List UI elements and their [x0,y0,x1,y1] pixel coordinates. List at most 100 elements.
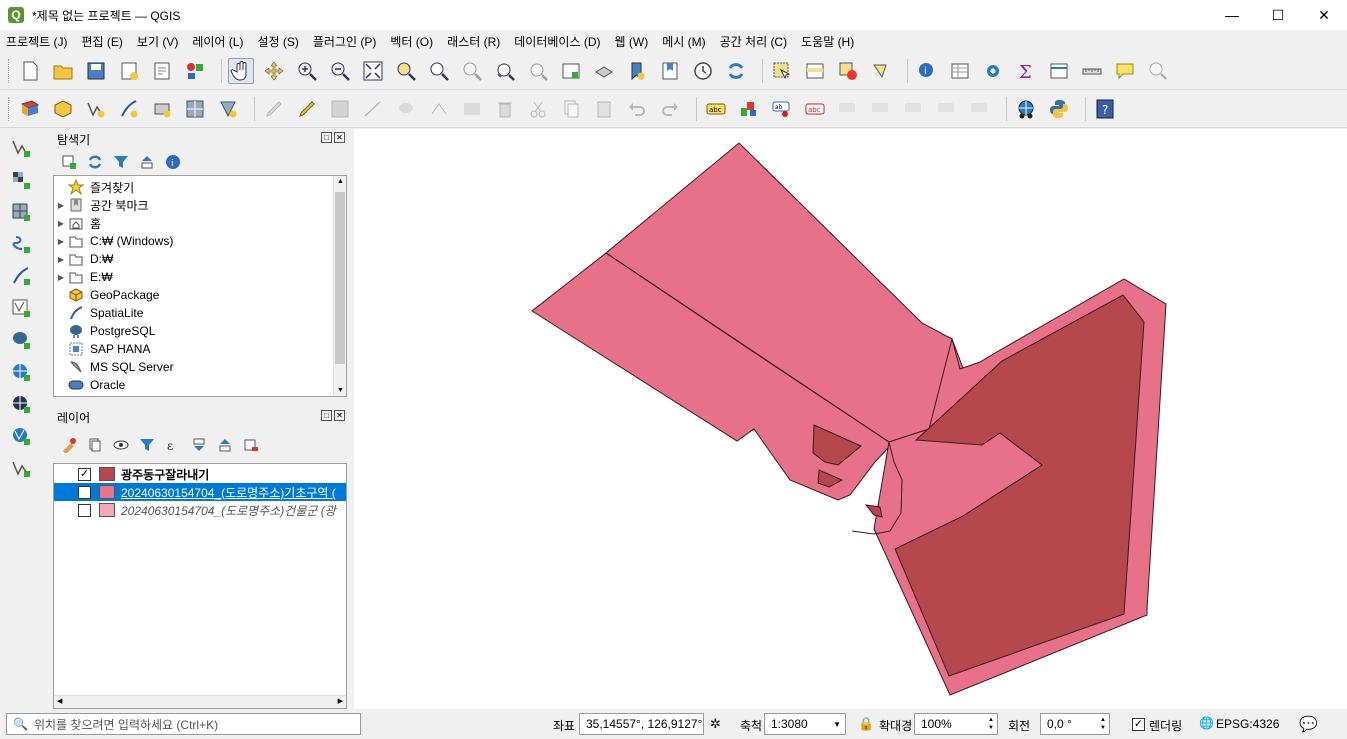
paste-features-icon[interactable] [591,96,617,122]
browser-item[interactable]: SpatiaLite [54,304,346,322]
filter-by-expression-icon[interactable]: ε [163,435,183,455]
minimize-button[interactable]: — [1209,0,1255,30]
layer-visibility-checkbox[interactable]: ✓ [78,467,91,481]
highlight-pinned-labels-icon[interactable]: ab [769,96,795,122]
collapse-all-icon[interactable] [137,152,157,172]
add-vector-layer-icon[interactable] [8,135,34,161]
pan-to-selection-icon[interactable] [261,58,287,84]
rotate-label-icon[interactable] [901,96,927,122]
zoom-out-icon[interactable] [327,58,353,84]
layer-symbol-swatch[interactable] [99,503,115,517]
refresh-icon[interactable] [85,152,105,172]
browser-item[interactable]: MS SQL Server [54,358,346,376]
modify-attributes-icon[interactable] [459,96,485,122]
layer-visibility-checkbox[interactable]: ✓ [78,485,91,499]
menu-edit[interactable]: 편집 (E) [82,33,123,50]
zoom-next-icon[interactable] [525,58,551,84]
add-raster-layer-icon[interactable] [8,167,34,193]
layer-visibility-checkbox[interactable] [78,503,91,517]
new-temporary-layer-icon[interactable] [149,96,175,122]
zoom-last-icon[interactable] [492,58,518,84]
add-spatialite-layer-icon[interactable] [8,263,34,289]
render-checkbox[interactable]: ✓ [1132,718,1145,731]
scroll-left-arrow[interactable]: ◀ [57,697,62,705]
locator-search-icon[interactable] [1145,58,1171,84]
new-print-layout-icon[interactable] [116,58,142,84]
menu-raster[interactable]: 래스터 (R) [447,33,500,50]
maximize-button[interactable]: ☐ [1255,0,1301,30]
new-shapefile-layer-icon[interactable] [8,455,34,481]
undo-icon[interactable] [624,96,650,122]
menu-view[interactable]: 보기 (V) [137,33,178,50]
add-wfs-layer-icon[interactable] [8,391,34,417]
new-map-view-icon[interactable] [558,58,584,84]
info-icon[interactable]: i [163,152,183,172]
float-panel-button[interactable]: □ [321,132,332,143]
expand-all-icon[interactable] [189,435,209,455]
expand-arrow-icon[interactable]: ▶ [54,219,68,228]
move-label-icon[interactable] [868,96,894,122]
coordinate-field[interactable]: 35,14557°, 126,9127° [579,713,704,735]
add-wms-layer-icon[interactable] [8,359,34,385]
current-edits-icon[interactable] [261,96,287,122]
close-button[interactable]: ✕ [1301,0,1347,30]
zoom-to-selection-icon[interactable] [393,58,419,84]
filter-icon[interactable] [111,152,131,172]
layer-item[interactable]: ✓ 광주동구잘라내기 [54,465,346,483]
expand-arrow-icon[interactable]: ▶ [54,273,68,282]
plugin-globe-icon[interactable] [1013,96,1039,122]
layer-item[interactable]: 20240630154704_(도로명주소)건물군 (광 [54,501,346,519]
pan-map-icon[interactable] [228,57,254,84]
open-project-icon[interactable] [50,58,76,84]
map-tips-icon[interactable] [1112,58,1138,84]
new-virtual-layer-icon[interactable] [182,96,208,122]
browser-item[interactable]: ▶ D:₩ [54,250,346,268]
map-features[interactable] [354,129,1347,709]
layers-horizontal-scrollbar[interactable]: ◀ ▶ [54,695,346,708]
open-attribute-table-icon[interactable] [947,58,973,84]
add-postgis-layer-icon[interactable] [8,327,34,353]
new-spatialite-layer-icon[interactable] [116,96,142,122]
add-group-icon[interactable] [85,435,105,455]
scroll-thumb[interactable] [335,192,345,364]
help-icon[interactable]: ? [1092,96,1118,122]
menu-web[interactable]: 웹 (W) [615,33,649,50]
menu-plugins[interactable]: 플러그인 (P) [313,33,377,50]
layer-labeling-options-icon[interactable]: abc [703,96,729,122]
refresh-icon[interactable] [723,58,749,84]
toggle-editing-icon[interactable] [294,96,320,122]
locator-search-bar[interactable]: 🔍 위치를 찾으려면 입력하세요 (Ctrl+K) [6,713,361,735]
style-manager-icon[interactable] [182,58,208,84]
save-project-icon[interactable] [83,58,109,84]
crs-globe-icon[interactable]: 🌐 [1199,716,1214,730]
browser-item[interactable]: 즐겨찾기 [54,178,346,196]
new-mesh-layer-icon[interactable] [215,96,241,122]
cut-features-icon[interactable] [525,96,551,122]
add-delimited-text-layer-icon[interactable] [8,231,34,257]
zoom-to-layer-icon[interactable] [426,58,452,84]
map-canvas[interactable] [354,129,1347,709]
menu-layer[interactable]: 레이어 (L) [192,33,243,50]
show-hide-labels-icon[interactable] [835,96,861,122]
remove-layer-icon[interactable] [241,435,261,455]
select-by-attributes-icon[interactable] [802,58,828,84]
scroll-up-arrow[interactable]: ▲ [337,178,344,185]
scroll-down-arrow[interactable]: ▼ [337,387,344,394]
statistical-summary-icon[interactable]: Σ [1013,58,1039,84]
add-mesh-layer-icon[interactable] [8,199,34,225]
scale-combobox[interactable]: 1:3080 ▼ [764,713,846,735]
menu-settings[interactable]: 설정 (S) [257,33,298,50]
zoom-in-icon[interactable] [294,58,320,84]
clip-fragment-3[interactable] [864,504,883,518]
layer-symbol-swatch[interactable] [99,467,115,481]
browser-item[interactable]: GeoPackage [54,286,346,304]
new-bookmark-icon[interactable] [624,58,650,84]
new-3d-map-view-icon[interactable] [591,58,617,84]
close-panel-button[interactable]: ✕ [334,410,345,421]
vertex-tool-icon[interactable] [426,96,452,122]
identify-features-icon[interactable]: i [914,58,940,84]
add-virtual-layer-icon[interactable] [8,295,34,321]
browser-item[interactable]: ▶ C:₩ (Windows) [54,232,346,250]
digitize-polygon-icon[interactable] [393,96,419,122]
select-by-location-icon[interactable] [868,58,894,84]
